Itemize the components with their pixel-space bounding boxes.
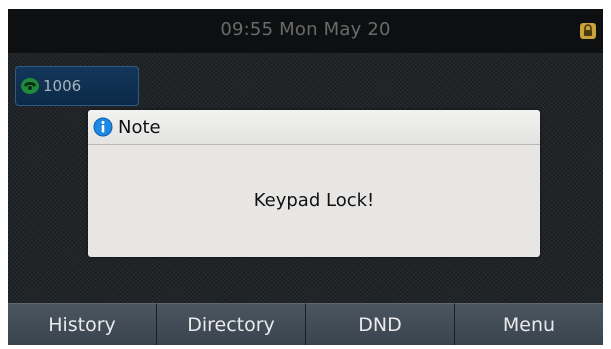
softkey-dnd[interactable]: DND xyxy=(306,303,455,345)
softkey-directory[interactable]: Directory xyxy=(157,303,306,345)
phone-handset-icon xyxy=(20,76,40,96)
dialog-message: Keypad Lock! xyxy=(253,190,375,211)
softkey-bar: History Directory DND Menu xyxy=(8,303,603,345)
softkey-menu[interactable]: Menu xyxy=(455,303,603,345)
status-bar: 09:55 Mon May 20 xyxy=(8,9,603,53)
lock-icon xyxy=(579,22,597,40)
phone-screen: 09:55 Mon May 20 1006 Note Keypad Lock! … xyxy=(8,9,603,345)
line-key-label: 1006 xyxy=(43,77,82,95)
softkey-history[interactable]: History xyxy=(8,303,157,345)
line-key-1006[interactable]: 1006 xyxy=(15,66,139,106)
dialog-header: Note xyxy=(88,110,540,145)
note-dialog: Note Keypad Lock! xyxy=(88,110,540,257)
info-icon xyxy=(93,117,113,137)
dialog-title: Note xyxy=(118,117,161,138)
date-time: 09:55 Mon May 20 xyxy=(220,19,391,40)
